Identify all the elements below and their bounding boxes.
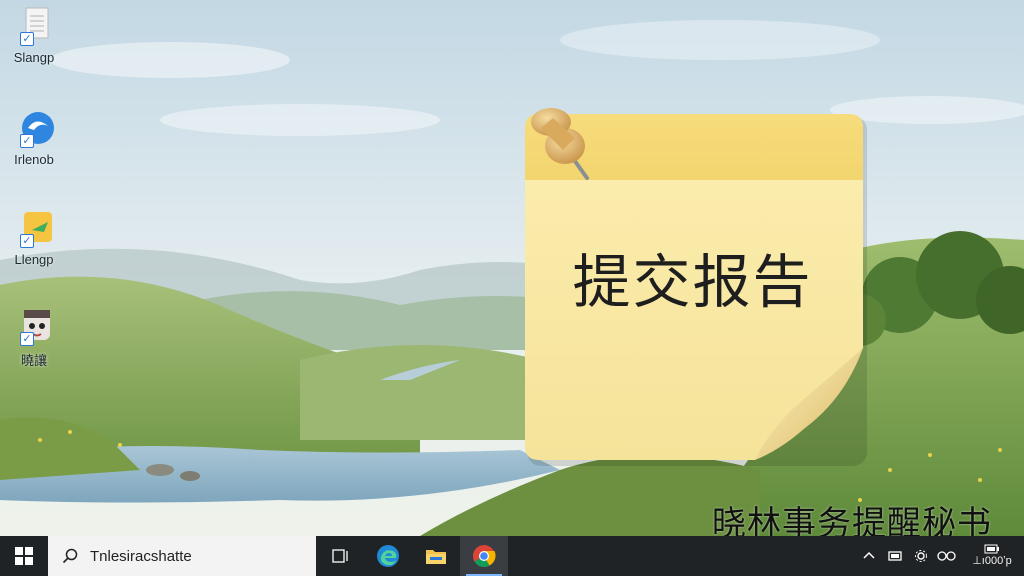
start-button[interactable] (0, 536, 48, 576)
edge-browser-icon (377, 545, 399, 567)
file-explorer-button[interactable] (412, 536, 460, 576)
taskbar-clock[interactable]: ⊥ı000ʼp (960, 536, 1024, 576)
desktop-icon-label: Slangp (13, 50, 55, 65)
battery-icon (984, 544, 999, 554)
edge-blue-icon: ✓ (14, 108, 54, 148)
desktop-icon-slangp[interactable]: ✓ Slangp (4, 6, 64, 65)
task-view-icon (332, 549, 348, 563)
search-icon (62, 548, 78, 564)
chrome-browser-icon (473, 545, 496, 567)
windows-logo-icon (15, 547, 33, 565)
desktop-icon-label: Llengp (14, 252, 54, 267)
avatar-app-icon: ✓ (14, 306, 54, 346)
display-icon[interactable] (882, 536, 908, 576)
task-view-button[interactable] (316, 536, 364, 576)
selection-check-icon: ✓ (20, 234, 34, 248)
search-placeholder: Tnlesiracshatte (90, 547, 192, 565)
selection-check-icon: ✓ (20, 32, 34, 46)
settings-gear-icon[interactable] (908, 536, 934, 576)
chrome-browser-button[interactable] (460, 536, 508, 576)
system-tray: ⊥ı000ʼp (856, 536, 1024, 576)
clock-time: ⊥ı000ʼp (972, 555, 1012, 567)
document-icon: ✓ (14, 6, 54, 46)
network-icon[interactable] (934, 536, 960, 576)
taskbar-search-box[interactable]: Tnlesiracshatte (48, 536, 316, 576)
chevron-up-icon[interactable] (856, 536, 882, 576)
file-explorer-icon (426, 550, 446, 564)
desktop-icon-llengp[interactable]: ✓ Llengp (4, 208, 64, 267)
desktop-icon-label: Irlenob (14, 152, 54, 167)
selection-check-icon: ✓ (20, 332, 34, 346)
edge-browser-button[interactable] (364, 536, 412, 576)
taskbar: Tnlesiracshatte ⊥ı000ʼp (0, 536, 1024, 576)
desktop-icon-label: 曉讓 (20, 353, 47, 368)
sticky-note-text[interactable]: 提交报告 (520, 235, 865, 319)
selection-check-icon: ✓ (20, 134, 34, 148)
desktop-icon-irlenob[interactable]: ✓ Irlenob (4, 108, 64, 167)
notes-app-icon: ✓ (14, 208, 54, 248)
desktop-icon-avatar-app[interactable]: ✓ 曉讓 (4, 306, 64, 369)
